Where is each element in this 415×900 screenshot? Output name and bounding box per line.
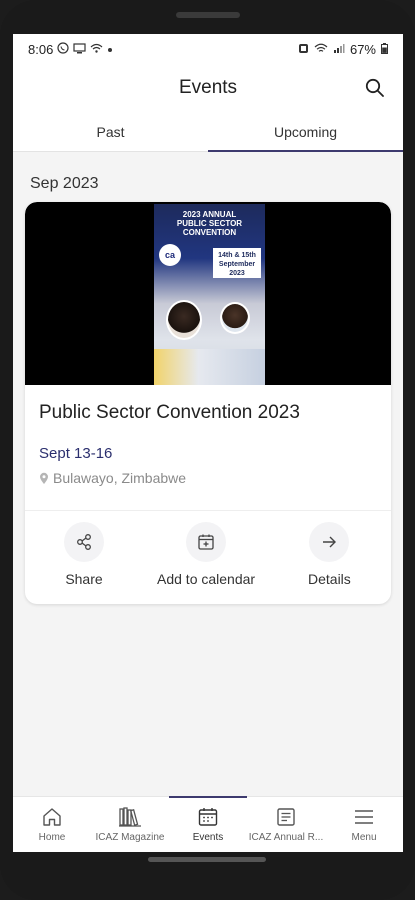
event-banner[interactable]: 2023 ANNUAL PUBLIC SECTOR CONVENTION ca … xyxy=(25,202,391,385)
page-title: Events xyxy=(178,77,238,98)
poster-title: 2023 ANNUAL PUBLIC SECTOR CONVENTION xyxy=(154,210,265,237)
nav-home[interactable]: Home xyxy=(13,797,91,852)
nav-icaz-annual-report[interactable]: ICAZ Annual R... xyxy=(247,797,325,852)
location-pin-icon xyxy=(40,472,48,484)
wifi-icon xyxy=(314,43,328,56)
app-header: Events xyxy=(13,64,403,112)
battery-percentage: 67% xyxy=(349,41,376,57)
poster-logo: ca xyxy=(159,244,181,266)
tab-upcoming[interactable]: Upcoming xyxy=(208,112,403,152)
poster-title-line3: CONVENTION xyxy=(182,228,237,237)
add-to-calendar-label: Add to calendar xyxy=(157,571,256,587)
event-card[interactable]: 2023 ANNUAL PUBLIC SECTOR CONVENTION ca … xyxy=(25,202,391,604)
calendar-add-icon xyxy=(198,534,214,550)
poster-title-line2: PUBLIC SECTOR xyxy=(176,219,243,228)
poster-speaker-photo xyxy=(220,302,250,334)
notification-dot-icon xyxy=(107,43,113,55)
arrow-right-icon xyxy=(323,536,337,548)
arrow-right-icon-circle xyxy=(309,522,350,562)
nav-icaz-annual-report-label: ICAZ Annual R... xyxy=(248,832,324,843)
phone-speaker xyxy=(176,12,240,18)
search-icon xyxy=(365,78,384,97)
poster-date: 14th & 15th September 2023 xyxy=(213,248,261,278)
poster-speaker-photo xyxy=(166,300,202,340)
poster-title-line1: 2023 ANNUAL xyxy=(182,210,237,219)
nav-icaz-magazine[interactable]: ICAZ Magazine xyxy=(91,797,169,852)
alarm-icon xyxy=(298,43,309,56)
signal-icon xyxy=(333,43,345,56)
bottom-nav: Home ICAZ Magazine Events ICAZ Annual R.… xyxy=(13,796,403,852)
poster-sponsors xyxy=(154,349,265,385)
status-time: 8:06 xyxy=(28,41,54,57)
add-to-calendar-button[interactable]: Add to calendar xyxy=(157,522,255,587)
status-left: 8:06 xyxy=(28,42,113,57)
search-button[interactable] xyxy=(363,76,387,100)
event-location-text: Bulawayo, Zimbabwe xyxy=(53,470,187,486)
nav-icaz-magazine-label: ICAZ Magazine xyxy=(95,832,165,843)
calendar-icon xyxy=(198,808,218,826)
event-tabs: Past Upcoming xyxy=(13,112,403,152)
event-location: Bulawayo, Zimbabwe xyxy=(39,470,186,486)
home-icon xyxy=(43,808,61,826)
screen: 8:06 67% Events Past Upcoming Sep 2023 2… xyxy=(13,34,403,852)
share-button[interactable]: Share xyxy=(64,522,104,587)
menu-icon xyxy=(355,810,373,824)
event-date: Sept 13-16 xyxy=(39,445,113,462)
calendar-add-icon-circle xyxy=(186,522,227,562)
nav-menu-label: Menu xyxy=(351,832,377,843)
tab-upcoming-label: Upcoming xyxy=(273,123,338,140)
home-indicator[interactable] xyxy=(148,857,266,862)
battery-icon xyxy=(381,42,388,56)
share-label: Share xyxy=(65,571,103,587)
status-right: 67% xyxy=(298,42,388,57)
event-title[interactable]: Public Sector Convention 2023 xyxy=(39,402,300,424)
event-actions: Share Add to calendar Details xyxy=(25,522,391,592)
share-icon xyxy=(77,534,91,550)
status-bar: 8:06 67% xyxy=(13,34,403,64)
details-label: Details xyxy=(308,571,351,587)
details-button[interactable]: Details xyxy=(308,522,351,587)
report-icon xyxy=(277,808,295,826)
event-poster-image: 2023 ANNUAL PUBLIC SECTOR CONVENTION ca … xyxy=(154,204,265,385)
nav-events-label: Events xyxy=(192,832,224,843)
share-icon-circle xyxy=(64,522,104,562)
wifi-call-icon xyxy=(90,43,103,56)
nav-events[interactable]: Events xyxy=(169,796,247,852)
nav-home-label: Home xyxy=(38,832,66,843)
tab-past-label: Past xyxy=(96,123,125,140)
tab-past[interactable]: Past xyxy=(13,112,208,151)
month-heading: Sep 2023 xyxy=(30,175,99,192)
card-divider xyxy=(25,510,391,511)
screen-cast-icon xyxy=(73,42,86,56)
phone-frame: 8:06 67% Events Past Upcoming Sep 2023 2… xyxy=(0,0,415,900)
nav-menu[interactable]: Menu xyxy=(325,797,403,852)
books-icon xyxy=(119,807,141,827)
whatsapp-icon xyxy=(57,42,69,56)
